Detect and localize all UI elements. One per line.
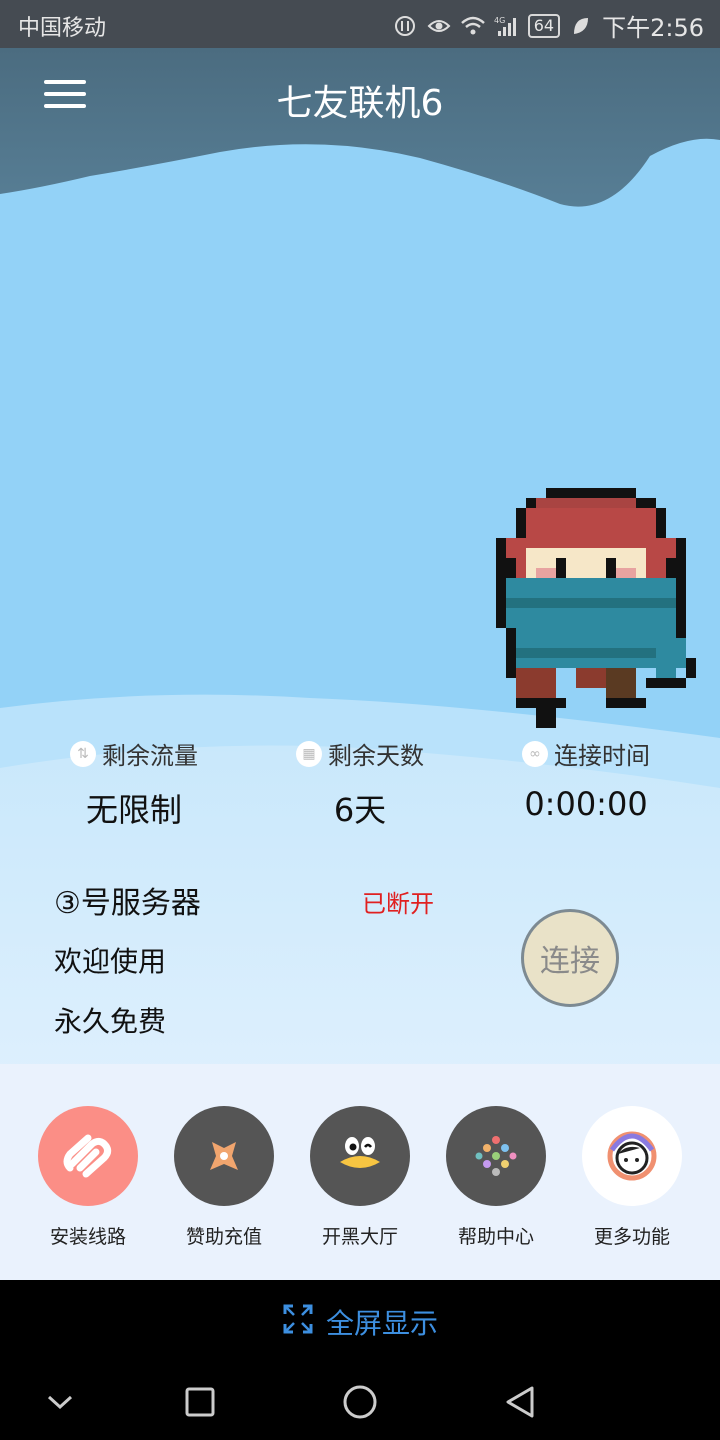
tool-label: 安装线路 (49, 1226, 126, 1248)
back-button[interactable] (500, 1382, 540, 1422)
battery-indicator: 64 (527, 13, 561, 38)
connection-status: 已断开 (362, 890, 434, 918)
page-title: 七友联机6 (276, 83, 444, 124)
bottom-toolbar: 安装线路 赞助充值 开黑大厅 帮助中心 更多功能 (0, 1106, 720, 1249)
tool-label: 开黑大厅 (321, 1226, 398, 1248)
dots-icon[interactable] (446, 1106, 546, 1206)
sponsor-icon[interactable] (174, 1106, 274, 1206)
wifi-icon (460, 13, 486, 39)
stat-connect-time: ∞ 连接时间 0:00:00 (476, 736, 696, 823)
stat-label: 剩余流量 (102, 742, 198, 770)
app-main: 七友联机6 ⇅ 剩余流量 无限制 ▦ 剩余天数 6天 ∞ 连接时间 0:00:0… (0, 48, 720, 1280)
tool-game-lobby[interactable]: 开黑大厅 (292, 1106, 428, 1249)
nfc-icon (392, 13, 418, 39)
chevron-down-icon[interactable] (40, 1382, 80, 1422)
traffic-icon: ⇅ (70, 740, 96, 767)
stat-label: 连接时间 (554, 742, 650, 770)
server-name[interactable]: ③号服务器 (54, 878, 201, 922)
fullscreen-label: 全屏显示 (325, 1307, 438, 1340)
stat-value: 0:00:00 (524, 785, 648, 823)
status-bar: 中国移动 4G 64 下午2:56 (0, 0, 720, 48)
ninja-character-image (496, 488, 696, 728)
clock: 下午2:56 (602, 14, 704, 42)
qq-penguin-icon[interactable] (310, 1106, 410, 1206)
stat-label: 剩余天数 (328, 742, 424, 770)
tool-help-center[interactable]: 帮助中心 (428, 1106, 564, 1249)
face-icon[interactable] (582, 1106, 682, 1206)
eye-icon (426, 13, 452, 39)
status-icons: 4G 64 下午2:56 (392, 8, 704, 43)
recent-apps-button[interactable] (180, 1382, 220, 1422)
leaf-icon (568, 13, 594, 39)
tool-more-features[interactable]: 更多功能 (564, 1106, 700, 1249)
stat-remaining-days: ▦ 剩余天数 6天 (250, 736, 470, 831)
tool-install-route[interactable]: 安装线路 (20, 1106, 156, 1249)
expand-icon (282, 1303, 314, 1342)
calendar-icon: ▦ (296, 740, 322, 767)
signal-icon: 4G (494, 13, 520, 39)
system-nav-bar (0, 1364, 720, 1440)
carrier-name: 中国移动 (18, 16, 107, 41)
svg-text:4G: 4G (494, 16, 505, 25)
tool-label: 更多功能 (593, 1226, 670, 1248)
stat-remaining-traffic: ⇅ 剩余流量 无限制 (24, 736, 244, 831)
home-button[interactable] (340, 1382, 380, 1422)
tool-sponsor[interactable]: 赞助充值 (156, 1106, 292, 1249)
connect-button[interactable]: 连接 (521, 909, 619, 1007)
link-icon[interactable] (38, 1106, 138, 1206)
stat-value: 6天 (333, 791, 387, 829)
fullscreen-button[interactable]: 全屏显示 (0, 1280, 720, 1364)
free-forever-text: 永久免费 (54, 1005, 167, 1038)
stat-value: 无限制 (85, 791, 182, 829)
tool-label: 赞助充值 (185, 1226, 262, 1248)
link-small-icon: ∞ (522, 740, 548, 767)
welcome-text: 欢迎使用 (54, 945, 167, 978)
tool-label: 帮助中心 (457, 1226, 534, 1248)
